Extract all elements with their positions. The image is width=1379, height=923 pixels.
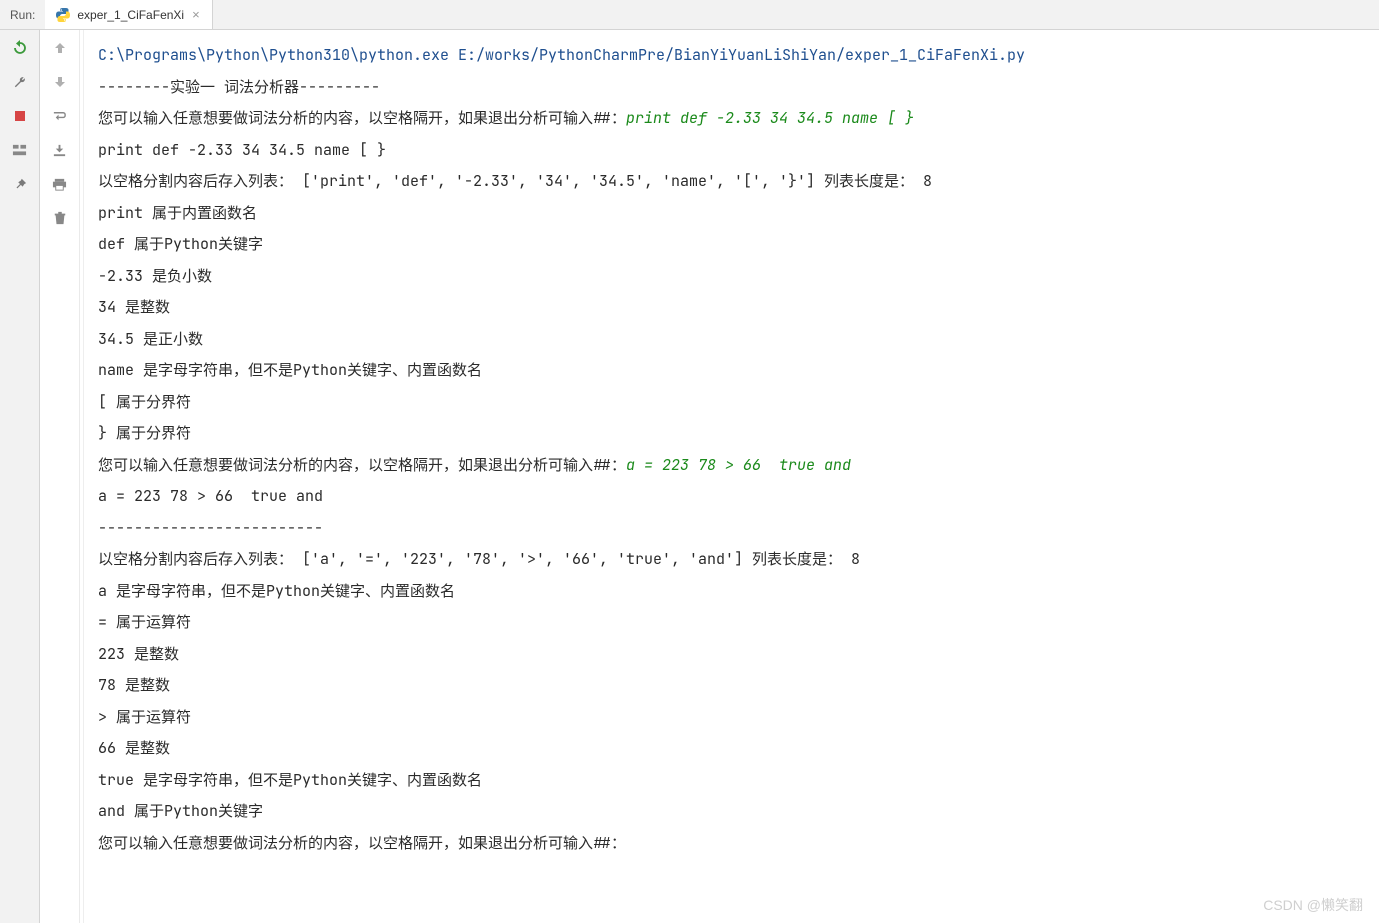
experiment-header: --------实验一 词法分析器--------- (98, 77, 380, 97)
dash-sep-2: ------------------------- (98, 518, 323, 538)
result-1-8: } 属于分界符 (98, 423, 191, 443)
result-1-2: def 属于Python关键字 (98, 234, 263, 254)
run-tab[interactable]: exper_1_CiFaFenXi × (45, 0, 212, 29)
user-input-2: a = 223 78 > 66 true and (626, 455, 851, 475)
prompt-3: 您可以输入任意想要做词法分析的内容，以空格隔开，如果退出分析可输入##： (98, 833, 626, 853)
soft-wrap-button[interactable] (48, 104, 72, 128)
prompt-2: 您可以输入任意想要做词法分析的内容，以空格隔开，如果退出分析可输入##： (98, 455, 626, 475)
result-1-4: 34 是整数 (98, 297, 170, 317)
console-output[interactable]: C:\Programs\Python\Python310\python.exe … (84, 30, 1379, 923)
trash-button[interactable] (48, 206, 72, 230)
rerun-button[interactable] (8, 36, 32, 60)
scroll-to-end-button[interactable] (48, 138, 72, 162)
left-toolbar (0, 30, 40, 923)
wrench-button[interactable] (8, 70, 32, 94)
watermark: CSDN @懒笑翻 (1263, 895, 1363, 915)
result-1-7: [ 属于分界符 (98, 392, 191, 412)
print-button[interactable] (48, 172, 72, 196)
result-2-5: > 属于运算符 (98, 707, 191, 727)
list-2: 以空格分割内容后存入列表： ['a', '=', '223', '78', '>… (98, 549, 860, 569)
result-1-5: 34.5 是正小数 (98, 329, 203, 349)
layout-button[interactable] (8, 138, 32, 162)
console-toolbar (40, 30, 80, 923)
result-2-7: true 是字母字符串，但不是Python关键字、内置函数名 (98, 770, 482, 790)
run-label: Run: (0, 8, 45, 22)
echo-2: a = 223 78 > 66 true and (98, 486, 323, 506)
list-1: 以空格分割内容后存入列表： ['print', 'def', '-2.33', … (98, 171, 932, 191)
up-arrow-button[interactable] (48, 36, 72, 60)
result-2-1: a 是字母字符串，但不是Python关键字、内置函数名 (98, 581, 455, 601)
user-input-1: print def -2.33 34 34.5 name [ } (626, 108, 914, 128)
down-arrow-button[interactable] (48, 70, 72, 94)
result-2-2: = 属于运算符 (98, 612, 191, 632)
result-1-1: print 属于内置函数名 (98, 203, 257, 223)
top-bar: Run: exper_1_CiFaFenXi × (0, 0, 1379, 30)
main-area: C:\Programs\Python\Python310\python.exe … (0, 30, 1379, 923)
stop-button[interactable] (8, 104, 32, 128)
result-2-6: 66 是整数 (98, 738, 170, 758)
result-2-3: 223 是整数 (98, 644, 179, 664)
pin-button[interactable] (8, 172, 32, 196)
exec-path: C:\Programs\Python\Python310\python.exe … (98, 45, 1025, 65)
python-icon (55, 7, 71, 23)
prompt-1: 您可以输入任意想要做词法分析的内容，以空格隔开，如果退出分析可输入##： (98, 108, 626, 128)
tab-name: exper_1_CiFaFenXi (77, 8, 184, 22)
result-1-6: name 是字母字符串，但不是Python关键字、内置函数名 (98, 360, 482, 380)
result-1-3: -2.33 是负小数 (98, 266, 212, 286)
result-2-8: and 属于Python关键字 (98, 801, 263, 821)
tab-close-button[interactable]: × (190, 7, 202, 22)
echo-1: print def -2.33 34 34.5 name [ } (98, 140, 386, 160)
result-2-4: 78 是整数 (98, 675, 170, 695)
